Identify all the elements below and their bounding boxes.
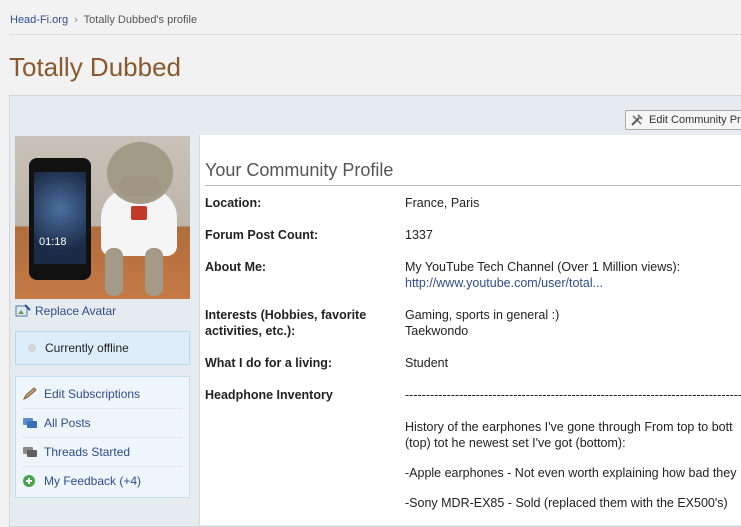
breadcrumb-divider — [10, 34, 741, 35]
breadcrumb: Head-Fi.org › Totally Dubbed's profile — [10, 14, 197, 26]
replace-avatar-link[interactable]: Replace Avatar — [15, 304, 116, 318]
interests-label-line-2: activities, etc.): — [205, 324, 296, 338]
inventory-line-4: -Sony MDR-EX85 - Sold (replaced them wit… — [405, 496, 728, 510]
sidebar-link-label: Edit Subscriptions — [44, 387, 141, 401]
breadcrumb-separator: › — [74, 14, 78, 26]
status-dot-icon — [28, 344, 36, 352]
avatar: 01:18 — [15, 136, 190, 299]
inventory-value: ----------------------------------------… — [405, 387, 741, 511]
interests-value-line-2: Taekwondo — [405, 324, 469, 338]
edit-community-profile-button[interactable]: Edit Community Prof — [625, 110, 741, 130]
my-feedback-link[interactable]: My Feedback (+4) — [22, 467, 183, 495]
inventory-line-1: History of the earphones I've gone throu… — [405, 420, 733, 434]
interests-label: Interests (Hobbies, favorite activities,… — [205, 307, 390, 339]
replace-avatar-label: Replace Avatar — [35, 304, 117, 318]
threads-started-link[interactable]: Threads Started — [22, 438, 183, 467]
avatar-phone: 01:18 — [29, 158, 91, 280]
living-value: Student — [405, 356, 449, 370]
sidebar-link-label: Threads Started — [44, 445, 131, 459]
about-text: My YouTube Tech Channel (Over 1 Million … — [405, 260, 681, 274]
post-count-label: Forum Post Count: — [205, 228, 319, 242]
location-label: Location: — [205, 196, 262, 210]
sidebar-link-label: My Feedback (+4) — [44, 474, 142, 488]
living-label: What I do for a living: — [205, 356, 333, 370]
tools-icon — [631, 114, 643, 126]
status-label: Currently offline — [45, 341, 129, 355]
location-value: France, Paris — [405, 196, 480, 210]
breadcrumb-home-link[interactable]: Head-Fi.org — [10, 14, 68, 26]
inventory-label: Headphone Inventory — [205, 388, 333, 402]
image-edit-icon — [15, 304, 31, 317]
profile-links: Edit Subscriptions All Posts Threads Sta… — [15, 376, 190, 498]
avatar-phone-time: 01:18 — [39, 236, 67, 248]
all-posts-link[interactable]: All Posts — [22, 409, 183, 438]
inventory-rule: ----------------------------------------… — [405, 388, 741, 402]
inventory-line-3: -Apple earphones - Not even worth explai… — [405, 466, 737, 480]
inventory-line-2: (top) tot he newest set I've got (bottom… — [405, 436, 626, 450]
interests-value-line-1: Gaming, sports in general :) — [405, 308, 560, 322]
interests-label-line-1: Interests (Hobbies, favorite — [205, 308, 367, 322]
online-status: Currently offline — [15, 331, 190, 365]
section-title: Your Community Profile — [205, 160, 394, 180]
threads-icon — [23, 447, 37, 457]
pencil-icon — [22, 387, 37, 401]
edit-button-label: Edit Community Prof — [649, 114, 741, 126]
interests-value: Gaming, sports in general :) Taekwondo — [405, 307, 741, 339]
page-title: Totally Dubbed — [9, 52, 181, 82]
breadcrumb-current: Totally Dubbed's profile — [83, 14, 198, 26]
posts-icon — [23, 418, 37, 428]
about-value: My YouTube Tech Channel (Over 1 Million … — [405, 259, 741, 291]
edit-subscriptions-link[interactable]: Edit Subscriptions — [22, 380, 183, 409]
post-count-value: 1337 — [405, 228, 433, 242]
sidebar-link-label: All Posts — [44, 416, 91, 430]
section-divider — [205, 185, 741, 186]
plus-circle-icon — [23, 475, 35, 487]
about-label: About Me: — [205, 260, 267, 274]
about-link[interactable]: http://www.youtube.com/user/total... — [405, 276, 603, 290]
